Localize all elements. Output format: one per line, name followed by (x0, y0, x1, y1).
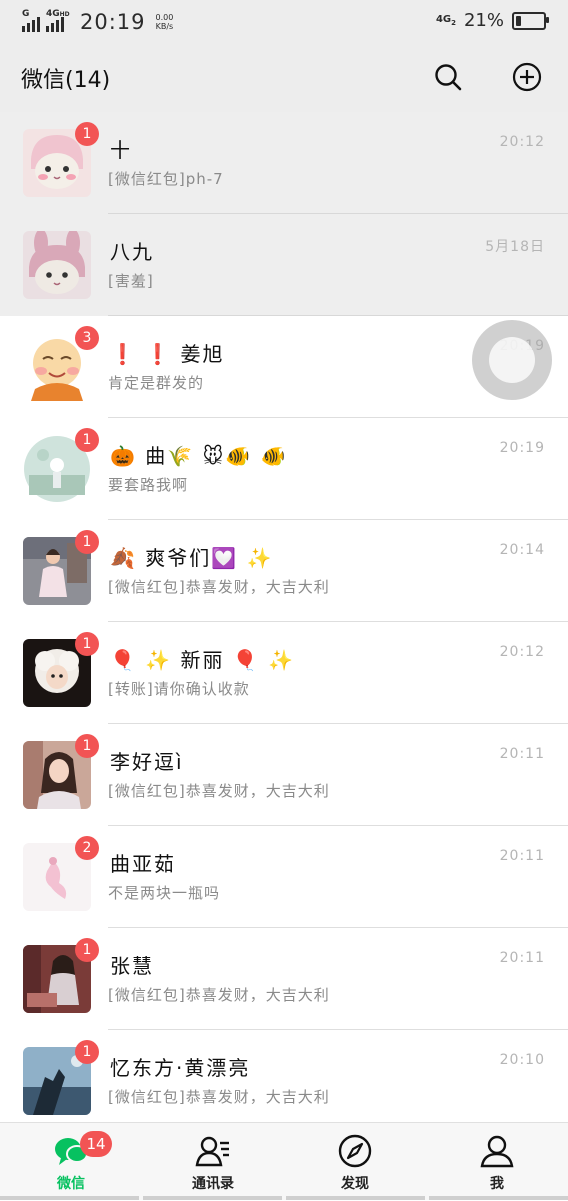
chat-name: 曲亚茹 (110, 852, 176, 876)
tab-contacts[interactable]: 通讯录 (142, 1123, 284, 1201)
chat-name: 忆东方·黄漂亮 (110, 1056, 251, 1080)
speed-unit: KB/s (155, 22, 174, 31)
chat-time: 20:11 (499, 746, 545, 762)
chat-last-message: 不是两块一瓶吗 (108, 884, 221, 902)
unread-badge: 1 (75, 938, 99, 962)
chat-last-message: [微信红包]恭喜发财，大吉大利 (108, 782, 330, 800)
tab-label: 通讯录 (192, 1176, 234, 1192)
battery-percent: 21% (463, 10, 504, 31)
chat-last-message: [微信红包]恭喜发财，大吉大利 (108, 578, 330, 596)
unread-badge: 1 (75, 122, 99, 146)
chat-name: 张慧 (110, 954, 154, 978)
compass-icon (337, 1133, 373, 1169)
chat-time: 20:14 (499, 542, 545, 558)
speed-value: 0.00 (155, 13, 174, 22)
search-icon[interactable] (433, 62, 463, 92)
tab-label: 发现 (341, 1176, 369, 1192)
app-header: 微信(14) (0, 42, 568, 112)
chat-row[interactable]: 1 🎈 ✨ 新丽 🎈 ✨ [转账]请你确认收款 20:12 (0, 622, 568, 724)
signal-icon: G (22, 9, 40, 32)
network-label: 4G (46, 9, 60, 19)
unread-badge: 3 (75, 326, 99, 350)
contacts-icon (195, 1133, 231, 1169)
chat-time: 20:19 (499, 440, 545, 456)
chat-row[interactable]: 1 忆东方·黄漂亮 [微信红包]恭喜发财，大吉大利 20:10 (0, 1030, 568, 1132)
chat-name: 🎃 曲🌾 🐭🐠 🐠 (110, 444, 288, 468)
unread-badge: 2 (75, 836, 99, 860)
chat-name: 李好逗ì (110, 750, 184, 774)
chat-time: 20:11 (499, 848, 545, 864)
chat-row[interactable]: 八九 [害羞] 5月18日 (0, 214, 568, 316)
chat-row[interactable]: 1 十 [微信红包]ph-7 20:12 (0, 112, 568, 214)
right-network-label: 4G2 (435, 14, 456, 27)
status-bar: G 4GHD 20:19 0.00 KB/s 4G2 21% (0, 0, 568, 42)
chat-row[interactable]: 1 🎃 曲🌾 🐭🐠 🐠 要套路我啊 20:19 (0, 418, 568, 520)
chat-last-message: [微信红包]恭喜发财，大吉大利 (108, 986, 330, 1004)
plus-circle-icon[interactable] (512, 62, 542, 92)
chat-name: 八九 (110, 240, 154, 264)
unread-badge: 1 (75, 734, 99, 758)
chat-time: 20:12 (499, 644, 545, 660)
person-icon (479, 1133, 515, 1169)
chat-last-message: [微信红包]ph-7 (108, 170, 224, 188)
chat-last-message: [害羞] (108, 272, 154, 290)
chat-last-message: 肯定是群发的 (108, 374, 205, 392)
chat-time: 20:11 (499, 950, 545, 966)
unread-badge: 1 (75, 1040, 99, 1064)
chat-last-message: [转账]请你确认收款 (108, 680, 250, 698)
unread-badge: 1 (75, 428, 99, 452)
tab-underbar (0, 1196, 568, 1200)
chat-name: ❗ ❗ 姜旭 (110, 342, 225, 366)
tab-discover[interactable]: 发现 (284, 1123, 426, 1201)
chat-name: 🍂 爽爷们💟 ✨ (110, 546, 274, 570)
chat-time: 20:12 (499, 134, 545, 150)
tab-badge: 14 (80, 1131, 112, 1157)
unread-badge: 1 (75, 530, 99, 554)
network-speed: 0.00 KB/s (156, 13, 174, 31)
avatar[interactable] (23, 231, 91, 299)
status-right: 4G2 21% (435, 10, 549, 31)
chat-list: 1 十 [微信红包]ph-7 20:12 八九 [害羞] 5月18日 3 ❗ ❗ 姜旭 肯定是群发… (0, 112, 568, 1132)
chat-row[interactable]: 1 🍂 爽爷们💟 ✨ [微信红包]恭喜发财，大吉大利 20:14 (0, 520, 568, 622)
status-left: G 4GHD 20:19 0.00 KB/s (22, 8, 174, 34)
chat-row[interactable]: 1 张慧 [微信红包]恭喜发财，大吉大利 20:11 (0, 928, 568, 1030)
chat-time: 20:10 (499, 1052, 545, 1068)
chat-row[interactable]: 2 曲亚茹不是两块一瓶吗 20:11 (0, 826, 568, 928)
network-sub: HD (59, 11, 70, 18)
chat-last-message: 要套路我啊 (108, 476, 189, 494)
battery-icon (512, 11, 549, 30)
bottom-tab-bar: 14 微信 通讯录 发现 我 (0, 1122, 568, 1200)
status-time: 20:19 (80, 10, 146, 34)
tab-label: 微信 (57, 1176, 85, 1192)
unread-badge: 1 (75, 632, 99, 656)
tab-chats[interactable]: 14 微信 (0, 1123, 142, 1201)
chat-name: 十 (110, 138, 132, 162)
page-title: 微信(14) (21, 68, 111, 93)
chat-row[interactable]: 1 李好逗ì [微信红包]恭喜发财，大吉大利 20:11 (0, 724, 568, 826)
chat-last-message: [微信红包]恭喜发财，大吉大利 (108, 1088, 330, 1106)
tab-label: 我 (490, 1176, 504, 1192)
tab-me[interactable]: 我 (426, 1123, 568, 1201)
floating-assistive-button[interactable] (472, 320, 552, 400)
signal-4g-icon: 4GHD (46, 9, 70, 32)
chat-time: 5月18日 (485, 239, 545, 255)
signal-label: G (22, 9, 30, 19)
chat-name: 🎈 ✨ 新丽 🎈 ✨ (110, 648, 296, 672)
